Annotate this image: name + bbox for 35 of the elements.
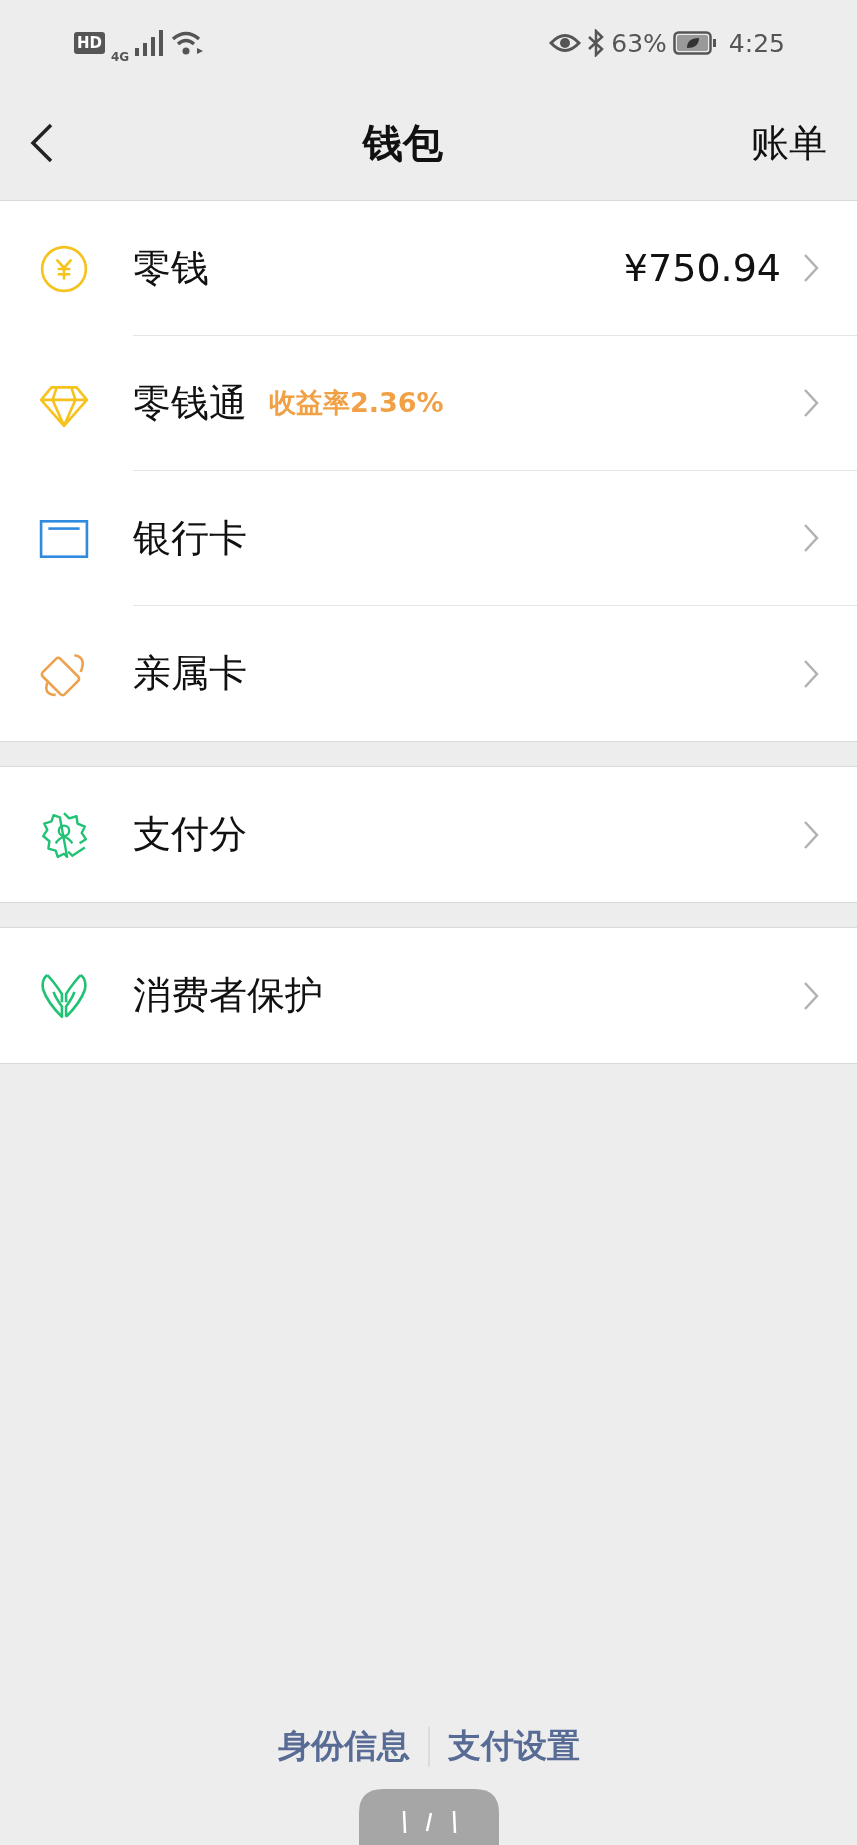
signal-icon bbox=[135, 30, 166, 56]
chevron-icon bbox=[803, 980, 819, 1011]
chevron-icon bbox=[803, 819, 819, 850]
yield-rate: 收益率2.36% bbox=[269, 386, 444, 420]
balance-amount: ¥750.94 bbox=[623, 246, 781, 290]
back-icon[interactable] bbox=[30, 123, 54, 163]
menu-item[interactable]: 零钱 ¥750.94 bbox=[0, 201, 857, 336]
menu-item[interactable]: 零钱通 收益率2.36% bbox=[0, 336, 857, 471]
menu-item[interactable]: 支付分 bbox=[0, 767, 857, 902]
eye-icon bbox=[549, 31, 582, 55]
item-label: 零钱通 bbox=[133, 379, 247, 427]
menu-item[interactable]: 消费者保护 bbox=[0, 928, 857, 1063]
item-label: 亲属卡 bbox=[133, 650, 247, 697]
navigation-handle[interactable] bbox=[358, 1789, 499, 1845]
chevron-icon bbox=[803, 523, 819, 553]
item-label: 支付分 bbox=[133, 811, 247, 858]
battery-icon bbox=[672, 31, 717, 55]
item-label: 银行卡 bbox=[133, 514, 247, 562]
coin-icon bbox=[39, 243, 89, 294]
hd-badge: HD bbox=[74, 32, 105, 54]
menu-item[interactable]: 银行卡 bbox=[0, 471, 857, 606]
item-label: 消费者保护 bbox=[133, 972, 323, 1019]
bill-link[interactable]: 账单 bbox=[751, 117, 827, 169]
page-title: 钱包 bbox=[362, 118, 443, 168]
item-label: 零钱 bbox=[133, 244, 209, 292]
chevron-icon bbox=[803, 253, 819, 283]
network-type: 4G bbox=[111, 50, 130, 64]
footer-link[interactable]: 身份信息 bbox=[277, 1724, 410, 1769]
bluetooth-icon bbox=[587, 29, 606, 57]
menu-item[interactable]: 亲属卡 bbox=[0, 606, 857, 741]
footer-link[interactable]: 支付设置 bbox=[447, 1724, 580, 1769]
chevron-icon bbox=[803, 658, 819, 689]
clock-time: 4:25 bbox=[728, 28, 785, 58]
chevron-icon bbox=[803, 388, 819, 418]
battery-percent: 63% bbox=[611, 28, 667, 58]
